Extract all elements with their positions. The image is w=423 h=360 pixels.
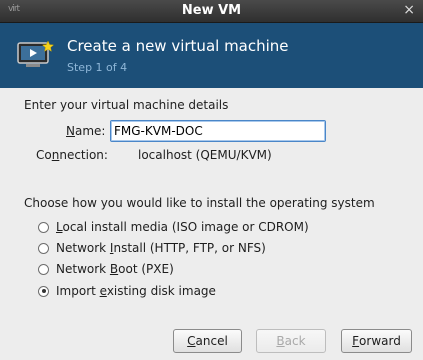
title-bar[interactable]: virt New VM × — [0, 0, 423, 23]
forward-mnemonic: F — [352, 334, 360, 348]
wizard-title: Create a new virtual machine — [67, 37, 289, 55]
connection-label: Connection: — [36, 148, 108, 162]
radio-label: Local install media (ISO image or CDROM) — [56, 220, 309, 234]
radio-label-mnemonic: B — [109, 262, 119, 276]
back-button[interactable]: Back — [256, 329, 326, 353]
connection-label-pre: Co — [36, 148, 52, 162]
radio-button[interactable] — [38, 263, 49, 275]
radio-button[interactable] — [38, 242, 49, 254]
radio-label-rest: nstall (HTTP, FTP, or NFS) — [113, 241, 266, 255]
install-heading: Choose how you would like to install the… — [24, 196, 375, 210]
radio-label-pre: Network — [56, 262, 110, 276]
radio-label-rest: oot (PXE) — [118, 262, 174, 276]
radio-button[interactable] — [38, 221, 49, 233]
back-label: ack — [284, 334, 306, 348]
dialog-content: Enter your virtual machine details Name:… — [0, 88, 423, 360]
wizard-header: Create a new virtual machine Step 1 of 4 — [0, 23, 423, 88]
forward-button[interactable]: Forward — [341, 329, 412, 353]
radio-import-existing-disk[interactable]: Import existing disk image — [38, 283, 216, 299]
radio-label-pre: Import — [56, 284, 100, 298]
radio-label-rest: xisting disk image — [106, 284, 216, 298]
name-label-mnemonic: N — [66, 124, 75, 138]
radio-label-mnemonic: e — [99, 284, 107, 298]
radio-local-install-media[interactable]: Local install media (ISO image or CDROM) — [38, 219, 309, 235]
forward-label: orward — [359, 334, 401, 348]
wizard-step: Step 1 of 4 — [67, 61, 128, 74]
radio-network-boot[interactable]: Network Boot (PXE) — [38, 261, 174, 277]
name-label: Name: — [66, 124, 105, 138]
new-vm-dialog: virt New VM × Create a new virtual machi… — [0, 0, 423, 360]
connection-label-text: nection: — [59, 148, 108, 162]
radio-label-pre: Network — [56, 241, 110, 255]
cancel-label: ancel — [195, 334, 228, 348]
back-mnemonic: B — [276, 334, 285, 348]
radio-label: Network Install (HTTP, FTP, or NFS) — [56, 241, 266, 255]
vm-wizard-icon — [17, 40, 55, 67]
radio-label: Import existing disk image — [56, 284, 216, 298]
radio-network-install[interactable]: Network Install (HTTP, FTP, or NFS) — [38, 240, 266, 256]
details-heading: Enter your virtual machine details — [24, 98, 229, 112]
name-label-text: ame: — [74, 124, 106, 138]
cancel-button[interactable]: Cancel — [173, 329, 242, 353]
radio-label: Network Boot (PXE) — [56, 262, 174, 276]
radio-button-checked[interactable] — [38, 285, 49, 297]
window-title: New VM — [181, 3, 242, 18]
name-input[interactable] — [110, 120, 326, 142]
close-icon[interactable]: × — [403, 2, 415, 18]
radio-label-rest: ocal install media (ISO image or CDROM) — [62, 220, 309, 234]
connection-value: localhost (QEMU/KVM) — [138, 148, 272, 162]
cancel-mnemonic: C — [187, 334, 196, 348]
